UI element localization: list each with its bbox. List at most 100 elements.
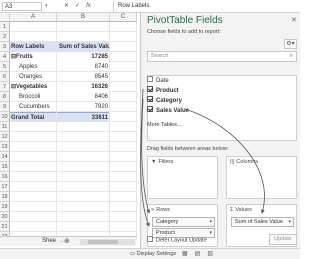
cell-a1[interactable] [10, 22, 57, 32]
cell-b13[interactable] [57, 142, 110, 152]
row-header[interactable]: 1 [0, 22, 10, 32]
cell-a8[interactable]: Broccoli [10, 92, 57, 102]
worksheet-grid[interactable]: A B C 1 2 3 Row Labels Sum of Sales Value 4 ⊟F… [0, 13, 137, 242]
cell-b7[interactable]: 16326 [57, 82, 110, 92]
enter-icon[interactable]: ✓ [75, 3, 80, 9]
row-header[interactable]: 2 [0, 32, 10, 42]
sales-value-checkbox[interactable] [147, 106, 153, 113]
row-header[interactable]: 10 [0, 112, 10, 122]
row-header[interactable]: 19 [0, 202, 10, 212]
cell-a17[interactable] [10, 182, 57, 192]
cell-a11[interactable] [10, 122, 57, 132]
cell-a12[interactable] [10, 132, 57, 142]
cell-b11[interactable] [57, 122, 110, 132]
category-checkbox[interactable] [147, 96, 153, 103]
cell-b5[interactable]: 8740 [57, 62, 110, 72]
gear-icon[interactable]: ⚙▾ [284, 39, 297, 49]
defer-layout-update[interactable]: Defer Layout Update [147, 236, 207, 243]
select-all-corner[interactable] [0, 13, 10, 22]
defer-checkbox[interactable] [147, 236, 153, 242]
cell-b18[interactable] [57, 192, 110, 202]
rows-item-category[interactable]: Category ▾ [152, 217, 215, 227]
normal-view-icon[interactable]: ▦ [182, 251, 188, 257]
cell-b21[interactable] [57, 222, 110, 232]
row-header[interactable]: 13 [0, 142, 10, 152]
cell-a14[interactable] [10, 152, 57, 162]
cancel-icon[interactable]: ✕ [64, 3, 69, 9]
values-item-sum-sales[interactable]: Sum of Sales Value ▾ [231, 217, 294, 227]
horizontal-scrollbar[interactable] [80, 239, 135, 245]
cell-b16[interactable] [57, 172, 110, 182]
add-sheet-icon[interactable]: ⊕ [64, 237, 70, 245]
column-header-c[interactable]: C [110, 13, 137, 22]
cell-a3[interactable]: Row Labels [10, 42, 57, 52]
field-product[interactable]: Product [147, 86, 179, 96]
row-header[interactable]: 21 [0, 222, 10, 232]
scrollbar-thumb[interactable] [88, 240, 118, 244]
row-header[interactable]: 5 [0, 62, 10, 72]
row-header[interactable]: 4 [0, 52, 10, 62]
sheet-tab[interactable]: Shee [42, 238, 56, 244]
cell-b19[interactable] [57, 202, 110, 212]
row-header[interactable]: 14 [0, 152, 10, 162]
cell-a18[interactable] [10, 192, 57, 202]
close-icon[interactable]: ✕ [291, 16, 297, 24]
name-box[interactable]: A3 [2, 2, 42, 11]
chevron-down-icon[interactable]: ▾ [209, 229, 212, 237]
cell-a20[interactable] [10, 212, 57, 222]
fx-icon[interactable]: fx [86, 3, 91, 9]
row-header[interactable]: 18 [0, 192, 10, 202]
date-checkbox[interactable] [147, 76, 153, 83]
row-header[interactable]: 6 [0, 72, 10, 82]
cell-b8[interactable]: 8406 [57, 92, 110, 102]
field-date[interactable]: Date [147, 76, 169, 86]
cell-a16[interactable] [10, 172, 57, 182]
chevron-down-icon[interactable]: ▾ [288, 218, 291, 226]
filters-area[interactable]: ▼ Filters [147, 156, 218, 199]
page-layout-icon[interactable]: ▤ [195, 251, 201, 257]
cell-b4[interactable]: 17285 [57, 52, 110, 62]
cell-b20[interactable] [57, 212, 110, 222]
update-button[interactable]: Update [269, 234, 297, 245]
row-header[interactable]: 12 [0, 132, 10, 142]
cell-a21[interactable] [10, 222, 57, 232]
row-header[interactable]: 9 [0, 102, 10, 112]
page-break-icon[interactable]: ▥ [207, 251, 213, 257]
search-input[interactable]: Search ⌕ [147, 51, 297, 62]
cell-a6[interactable]: Oranges [10, 72, 57, 82]
cell-a15[interactable] [10, 162, 57, 172]
columns-area[interactable]: ||| Columns [226, 156, 297, 199]
row-header[interactable]: 11 [0, 122, 10, 132]
field-category[interactable]: Category [147, 96, 182, 106]
cell-b14[interactable] [57, 152, 110, 162]
row-header[interactable]: 17 [0, 182, 10, 192]
cell-b1[interactable] [57, 22, 110, 32]
cell-b6[interactable]: 8545 [57, 72, 110, 82]
cell-a2[interactable] [10, 32, 57, 42]
cell-a4[interactable]: ⊟Fruits [10, 52, 57, 62]
row-header[interactable]: 3 [0, 42, 10, 52]
cell-a9[interactable]: Cucumbers [10, 102, 57, 112]
cell-b10[interactable]: 33611 [57, 112, 110, 122]
field-sales-value[interactable]: Sales Value [147, 106, 189, 116]
cell-b12[interactable] [57, 132, 110, 142]
cell-b3[interactable]: Sum of Sales Value [57, 42, 110, 52]
cell-a19[interactable] [10, 202, 57, 212]
display-settings-button[interactable]: ▭ Display Settings [130, 251, 176, 257]
column-header-a[interactable]: A [10, 13, 57, 22]
row-header[interactable]: 15 [0, 162, 10, 172]
cell-b17[interactable] [57, 182, 110, 192]
cell-a5[interactable]: Apples [10, 62, 57, 72]
formula-input[interactable]: Row Labels [113, 1, 300, 12]
cell-b15[interactable] [57, 162, 110, 172]
product-checkbox[interactable] [147, 86, 153, 93]
row-header[interactable]: 16 [0, 172, 10, 182]
row-header[interactable]: 20 [0, 212, 10, 222]
row-header[interactable]: 7 [0, 82, 10, 92]
cell-b9[interactable]: 7920 [57, 102, 110, 112]
column-header-b[interactable]: B [57, 13, 110, 22]
chevron-down-icon[interactable]: ▾ [209, 218, 212, 226]
chevron-down-icon[interactable]: ▾ [45, 3, 48, 9]
more-tables-link[interactable]: More Tables... [147, 122, 181, 128]
row-header[interactable]: 8 [0, 92, 10, 102]
